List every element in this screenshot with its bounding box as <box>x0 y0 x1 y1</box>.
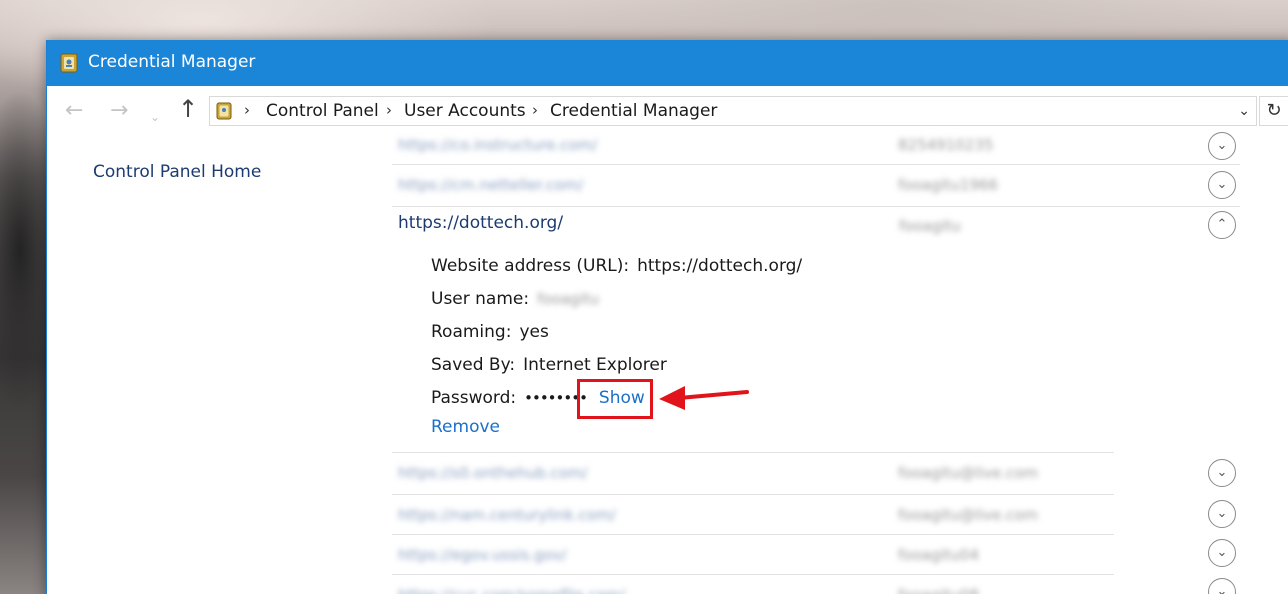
title-bar[interactable]: Credential Manager <box>47 40 1288 86</box>
row-divider <box>392 452 1114 453</box>
back-arrow-icon[interactable]: ← <box>65 98 83 124</box>
credential-url: https://cm.netteller.com/ <box>398 176 584 194</box>
roaming-value: yes <box>519 322 549 342</box>
up-arrow-icon[interactable]: ↑ <box>178 96 198 122</box>
expand-chevron-icon[interactable]: ⌄ <box>1208 578 1236 594</box>
window-title: Credential Manager <box>88 52 256 72</box>
row-divider <box>392 206 1240 207</box>
password-label: Password: <box>431 388 517 408</box>
annotation-highlight-box <box>577 379 653 419</box>
roaming-label: Roaming: <box>431 322 512 342</box>
breadcrumb-control-panel[interactable]: Control Panel <box>266 101 379 121</box>
credential-user: fooagitu@live.com <box>898 506 1039 524</box>
username-label: User name: <box>431 289 530 309</box>
expanded-credential-user: fooagitu <box>899 217 961 235</box>
collapse-chevron-icon[interactable]: ⌃ <box>1208 211 1236 239</box>
saved-by-label: Saved By: <box>431 355 516 375</box>
annotation-arrow-icon <box>659 386 749 410</box>
username-line: User name: fooagitu <box>431 289 599 309</box>
breadcrumb-separator-icon[interactable]: › <box>532 101 538 119</box>
remove-credential-link[interactable]: Remove <box>431 417 500 437</box>
row-divider <box>392 164 1240 165</box>
expanded-credential-url[interactable]: https://dottech.org/ <box>398 213 563 233</box>
expand-chevron-icon[interactable]: ⌄ <box>1208 539 1236 567</box>
address-dropdown-chevron-icon[interactable]: ⌄ <box>1238 103 1250 119</box>
expand-chevron-icon[interactable]: ⌄ <box>1208 459 1236 487</box>
credential-row[interactable]: https://cuc.com/somefile.com/ fooagitu08 <box>392 576 1112 594</box>
credential-url: https://co.instructure.com/ <box>398 136 598 154</box>
recent-locations-chevron-icon[interactable]: ⌄ <box>150 104 160 130</box>
refresh-icon[interactable]: ↻ <box>1259 96 1288 126</box>
credential-url: https://cuc.com/somefile.com/ <box>398 586 625 594</box>
breadcrumb-separator-icon[interactable]: › <box>386 101 392 119</box>
website-address-label: Website address (URL): <box>431 256 630 276</box>
credential-user: fooagitu08 <box>898 586 979 594</box>
username-value: fooagitu <box>537 290 599 308</box>
credential-row[interactable]: https://cm.netteller.com/ fooagitu1966 <box>392 166 1112 206</box>
expand-chevron-icon[interactable]: ⌄ <box>1208 132 1236 160</box>
address-bar[interactable]: › Control Panel › User Accounts › Creden… <box>209 96 1257 126</box>
credential-row[interactable]: https://egov.ussis.gov/ fooagitu04 <box>392 536 1112 576</box>
row-divider <box>392 534 1114 535</box>
forward-arrow-icon[interactable]: → <box>110 98 128 124</box>
saved-by-line: Saved By: Internet Explorer <box>431 355 667 375</box>
credential-url: https://nam.centurylink.com/ <box>398 506 616 524</box>
saved-by-value: Internet Explorer <box>523 355 667 375</box>
credential-manager-icon <box>60 53 78 73</box>
credential-manager-window: Credential Manager ← → ⌄ ↑ › Control Pan… <box>46 40 1288 594</box>
roaming-line: Roaming: yes <box>431 322 549 342</box>
website-address-line: Website address (URL): https://dottech.or… <box>431 256 802 276</box>
credential-url: https://egov.ussis.gov/ <box>398 546 567 564</box>
credential-user: 8254910235 <box>898 136 994 154</box>
credential-user: fooagitu04 <box>898 546 979 564</box>
credential-manager-small-icon <box>216 102 232 120</box>
expand-chevron-icon[interactable]: ⌄ <box>1208 500 1236 528</box>
expand-chevron-icon[interactable]: ⌄ <box>1208 171 1236 199</box>
credential-row[interactable]: https://co.instructure.com/ 8254910235 <box>392 126 1112 166</box>
credential-row[interactable]: https://s0.onthehub.com/ fooagitu@live.c… <box>392 454 1112 494</box>
credential-user: fooagitu@live.com <box>898 464 1039 482</box>
credential-url: https://s0.onthehub.com/ <box>398 464 588 482</box>
breadcrumb-credential-manager[interactable]: Credential Manager <box>550 101 717 121</box>
row-divider <box>392 494 1114 495</box>
credential-user: fooagitu1966 <box>898 176 999 194</box>
website-address-value: https://dottech.org/ <box>637 256 803 276</box>
breadcrumb-separator-icon[interactable]: › <box>244 101 250 119</box>
control-panel-home-link[interactable]: Control Panel Home <box>93 162 261 182</box>
breadcrumb-user-accounts[interactable]: User Accounts <box>404 101 526 121</box>
credential-row[interactable]: https://nam.centurylink.com/ fooagitu@li… <box>392 496 1112 536</box>
row-divider <box>392 574 1114 575</box>
